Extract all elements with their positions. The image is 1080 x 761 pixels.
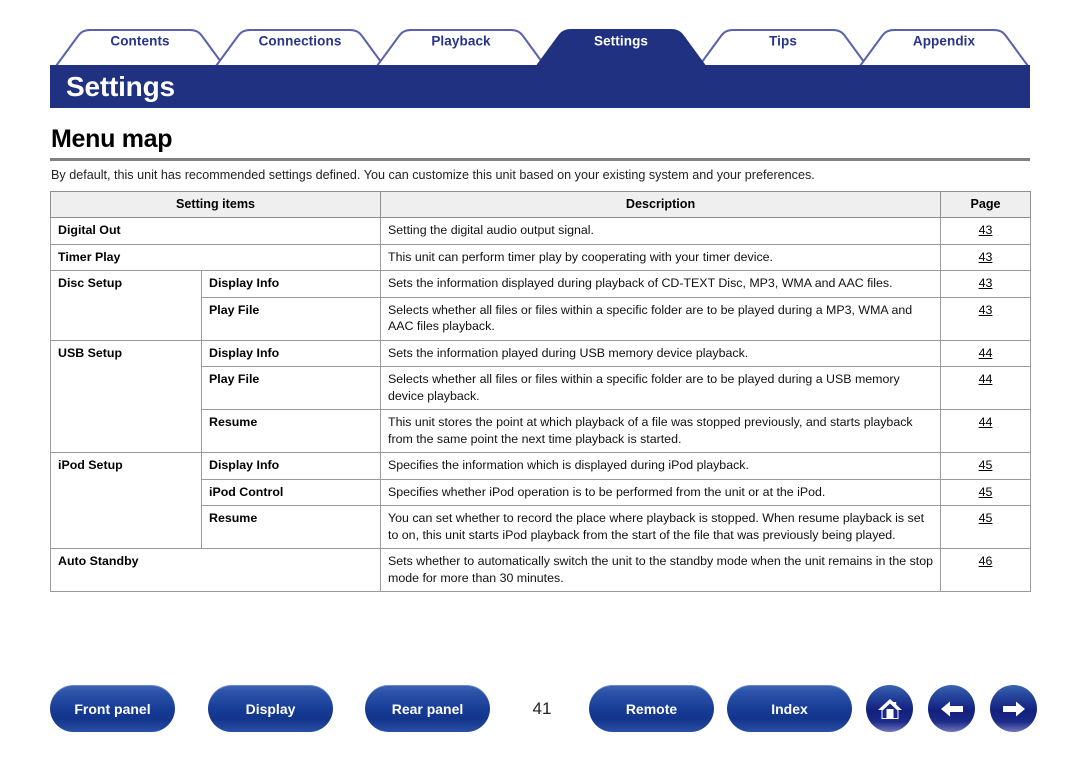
page-number: 41	[532, 698, 552, 718]
setting-description: Sets the information played during USB m…	[380, 339, 942, 367]
column-header-page: Page	[940, 191, 1032, 218]
setting-subitem-name: iPod Control	[200, 478, 382, 506]
index-button[interactable]: Index	[727, 685, 852, 732]
setting-description: Selects whether all files or files withi…	[380, 296, 942, 341]
footer-nav: Front panel Display Rear panel 41 Remote…	[0, 685, 1080, 737]
setting-description: Setting the digital audio output signal.	[380, 217, 942, 245]
page-reference-link[interactable]: 43	[979, 276, 993, 290]
setting-description: Specifies whether iPod operation is to b…	[380, 478, 942, 506]
tab-playback[interactable]: Playback	[431, 34, 490, 49]
arrow-right-icon[interactable]	[990, 685, 1037, 732]
page-reference-link[interactable]: 46	[979, 554, 993, 568]
section-heading: Menu map	[51, 125, 173, 153]
table-body: Digital Out Setting the digital audio out…	[49, 217, 1032, 592]
arrow-left-glyph	[940, 701, 963, 716]
menu-map-table-wrapper: Setting items Description Page Digital O…	[49, 191, 1032, 592]
page-reference-cell: 45	[940, 478, 1032, 506]
setting-item-name: iPod Setup	[50, 452, 202, 549]
setting-item-name: USB Setup	[50, 339, 202, 453]
home-glyph	[877, 698, 902, 719]
setting-description: Selects whether all files or files withi…	[380, 366, 942, 410]
setting-subitem-name: Display Info	[200, 339, 382, 367]
page-reference-cell: 44	[940, 366, 1032, 410]
tab-tips[interactable]: Tips	[769, 34, 797, 49]
setting-description: Sets the information displayed during pl…	[380, 270, 942, 298]
column-header-description: Description	[380, 191, 942, 218]
home-icon[interactable]	[866, 685, 913, 732]
remote-button[interactable]: Remote	[589, 685, 714, 732]
page-reference-link[interactable]: 44	[979, 415, 993, 429]
page-reference-link[interactable]: 44	[979, 372, 993, 386]
page-reference-cell: 45	[940, 505, 1032, 549]
page-reference-cell: 44	[940, 339, 1032, 367]
rear-panel-button[interactable]: Rear panel	[365, 685, 490, 732]
front-panel-button[interactable]: Front panel	[50, 685, 175, 732]
setting-description: This unit can perform timer play by coop…	[380, 243, 942, 271]
setting-description: You can set whether to record the place …	[380, 505, 942, 549]
tab-bar: Contents Connections Playback Settings T…	[0, 0, 1080, 70]
page-reference-link[interactable]: 45	[979, 458, 993, 472]
page-reference-link[interactable]: 43	[979, 250, 993, 264]
table-row: Auto Standby Sets whether to automaticall…	[49, 548, 1032, 592]
menu-map-table: Setting items Description Page Digital O…	[49, 191, 1032, 592]
intro-text: By default, this unit has recommended se…	[51, 168, 815, 182]
setting-subitem-name: Resume	[200, 505, 382, 549]
setting-subitem-name: Play File	[200, 296, 382, 341]
page-title: Settings	[66, 70, 175, 102]
table-row: iPod Setup Display Info Specifies the info…	[50, 452, 1032, 549]
setting-description: Sets whether to automatically switch the…	[380, 548, 942, 592]
page-reference-link[interactable]: 44	[979, 346, 993, 360]
setting-subitem-name: Display Info	[200, 270, 382, 298]
page-reference-cell: 43	[940, 296, 1032, 341]
table-header-row: Setting items Description Page	[49, 191, 1032, 218]
page-reference-cell: 43	[940, 243, 1032, 271]
arrow-right-glyph	[1002, 701, 1025, 716]
tab-connections[interactable]: Connections	[259, 34, 342, 49]
arrow-left-icon[interactable]	[928, 685, 975, 732]
heading-divider	[50, 158, 1030, 161]
tab-settings[interactable]: Settings	[594, 34, 648, 49]
page-reference-cell: 45	[940, 452, 1032, 480]
page-reference-cell: 44	[940, 409, 1032, 453]
setting-item-name: Auto Standby	[49, 548, 382, 592]
table-row: Disc Setup Display Info Sets the informati…	[50, 270, 1032, 341]
table-row: Timer Play This unit can perform timer pl…	[49, 243, 1032, 271]
setting-subitem-name: Play File	[200, 366, 382, 410]
page-reference-link[interactable]: 43	[979, 223, 993, 237]
table-row: Digital Out Setting the digital audio out…	[49, 217, 1032, 245]
page-reference-cell: 43	[940, 217, 1032, 245]
tab-appendix[interactable]: Appendix	[913, 34, 975, 49]
setting-item-name: Timer Play	[49, 243, 382, 271]
setting-subitem-name: Resume	[200, 409, 382, 453]
setting-item-name: Digital Out	[49, 217, 382, 245]
tab-contents[interactable]: Contents	[110, 34, 169, 49]
page-reference-link[interactable]: 43	[979, 303, 993, 317]
column-header-setting-items: Setting items	[49, 191, 382, 218]
setting-item-name: Disc Setup	[50, 270, 202, 341]
display-button[interactable]: Display	[208, 685, 333, 732]
page-reference-link[interactable]: 45	[979, 485, 993, 499]
table-row: USB Setup Display Info Sets the informatio…	[50, 339, 1032, 453]
page-reference-cell: 46	[940, 548, 1032, 592]
page-reference-cell: 43	[940, 270, 1032, 298]
page-banner: Settings	[50, 65, 1030, 108]
page-reference-link[interactable]: 45	[979, 511, 993, 525]
setting-subitem-name: Display Info	[200, 452, 382, 480]
table-header: Setting items Description Page	[49, 191, 1032, 218]
setting-description: Specifies the information which is displ…	[380, 452, 942, 480]
setting-description: This unit stores the point at which play…	[380, 409, 942, 453]
